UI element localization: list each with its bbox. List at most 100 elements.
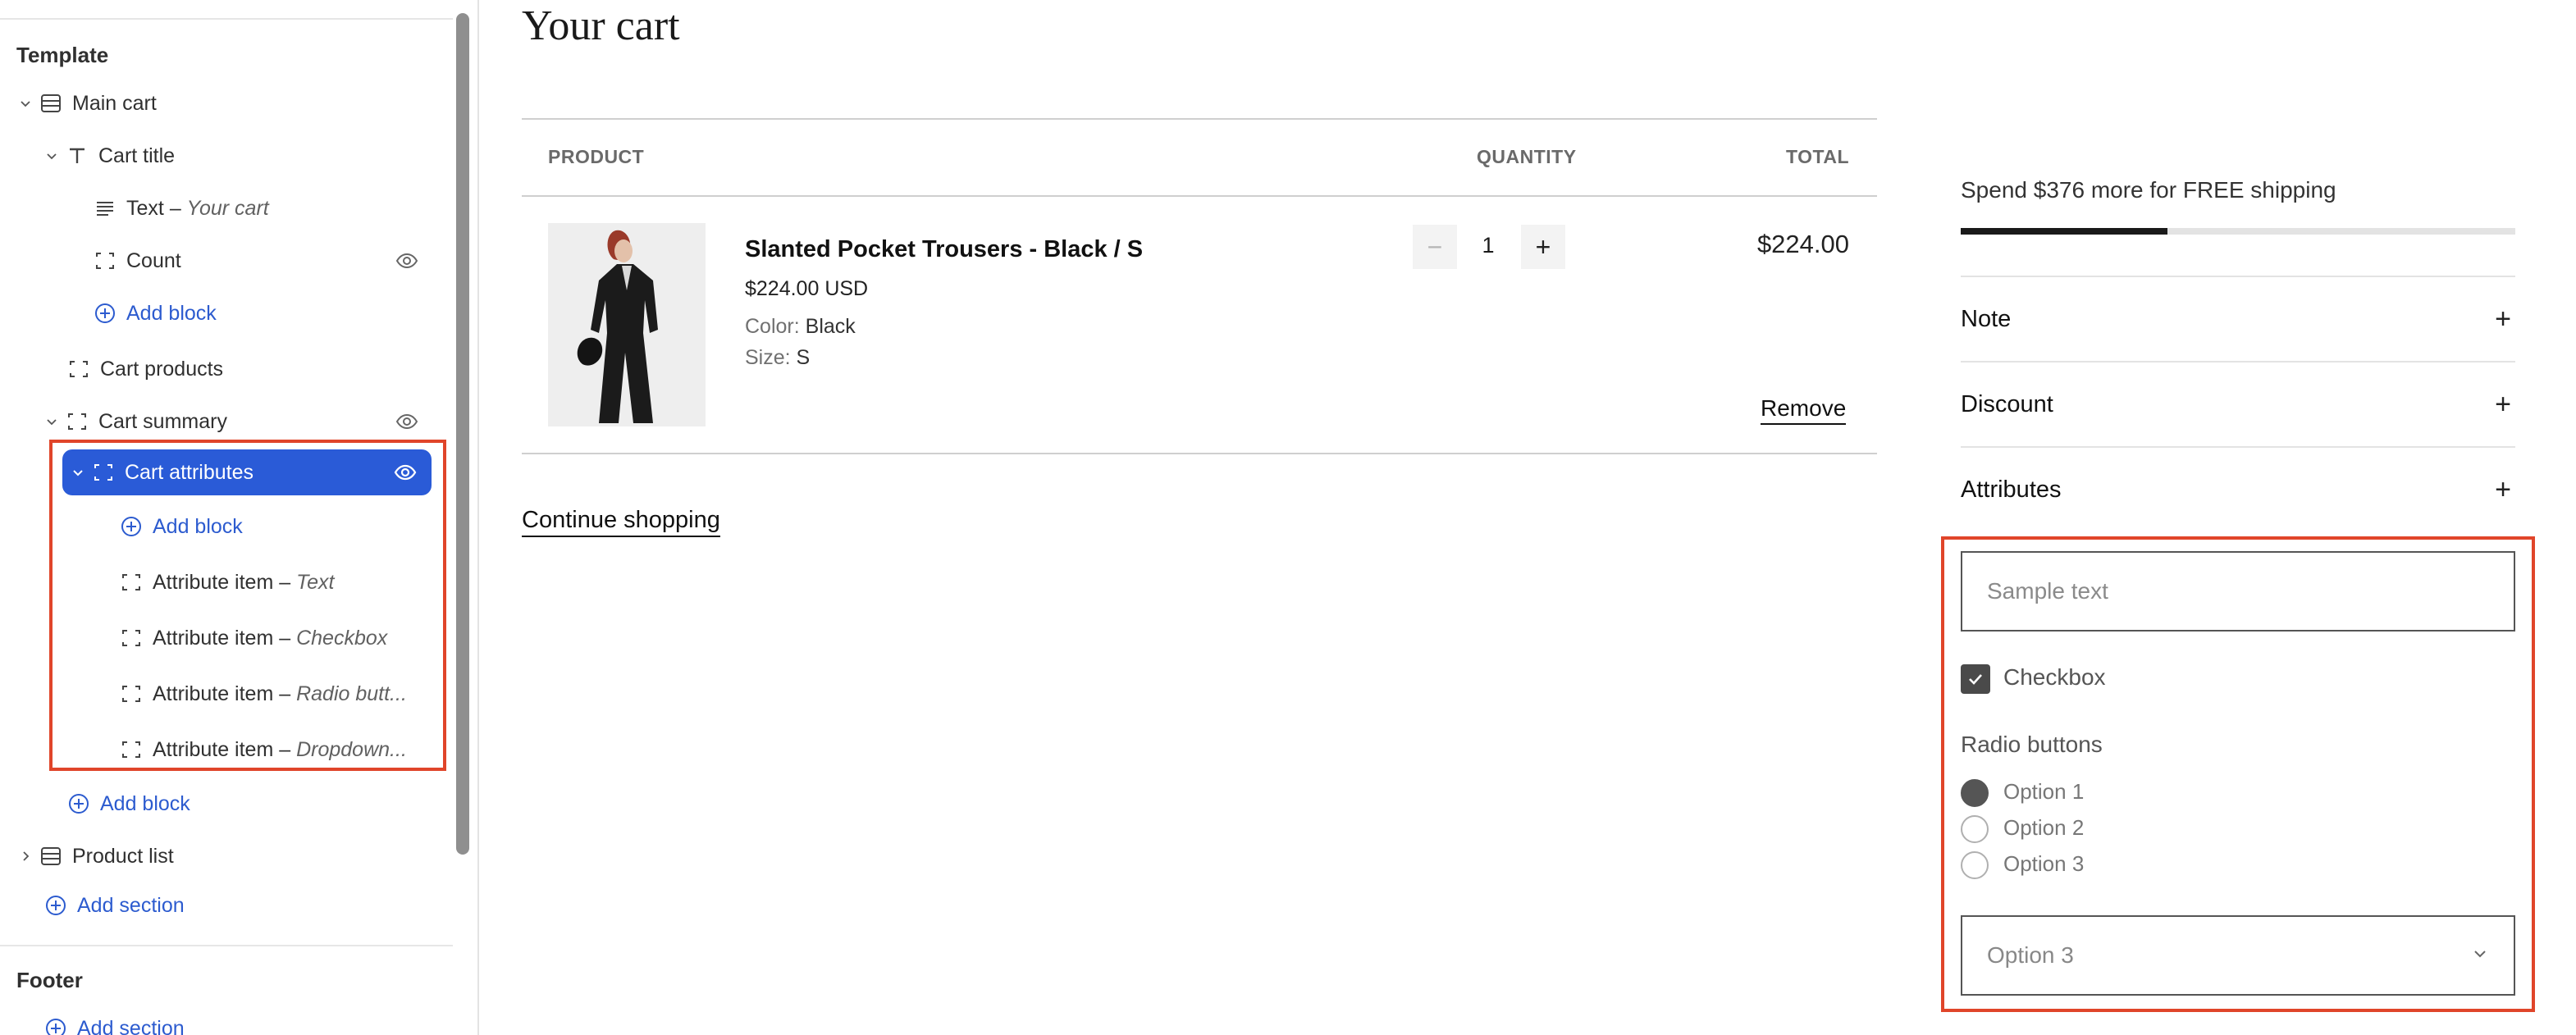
editor-sidebar: Template Main cart Cart title Text – You… bbox=[0, 0, 479, 1035]
tree-item-label: Text bbox=[126, 196, 164, 220]
tree-item-attribute-radio[interactable]: Attribute item – Radio butt... bbox=[118, 671, 438, 717]
tree-item-sublabel: Your cart bbox=[186, 196, 269, 220]
attribute-dropdown[interactable]: Option 3 bbox=[1961, 915, 2515, 996]
tree-item-cart-products[interactable]: Cart products bbox=[66, 346, 427, 392]
tree-item-attribute-checkbox[interactable]: Attribute item – Checkbox bbox=[118, 615, 438, 661]
column-header-quantity: QUANTITY bbox=[1477, 146, 1577, 167]
option-value: Black bbox=[805, 315, 856, 338]
quantity-input[interactable]: 1 bbox=[1470, 233, 1506, 258]
page-title: Your cart bbox=[522, 2, 680, 49]
tree-item-sublabel: Checkbox bbox=[296, 626, 388, 650]
block-icon bbox=[118, 569, 144, 595]
tree-item-label: Cart title bbox=[98, 144, 176, 167]
add-section-label: Add section bbox=[77, 893, 185, 917]
tree-item-label: Main cart bbox=[72, 91, 157, 115]
plus-icon: + bbox=[2495, 473, 2511, 505]
radio-option-label: Option 2 bbox=[2003, 815, 2085, 840]
attribute-text-input[interactable] bbox=[1961, 551, 2515, 631]
section-icon bbox=[38, 90, 64, 116]
product-name-link[interactable]: Slanted Pocket Trousers - Black / S bbox=[745, 236, 1143, 263]
eye-icon[interactable] bbox=[392, 246, 422, 276]
plus-icon: + bbox=[2495, 388, 2511, 420]
block-icon bbox=[92, 248, 118, 274]
free-shipping-message: Spend $376 more for FREE shipping bbox=[1961, 177, 2336, 203]
section-icon bbox=[38, 843, 64, 869]
add-block-button[interactable]: Add block bbox=[118, 504, 364, 549]
block-icon bbox=[118, 681, 144, 707]
tree-item-cart-summary[interactable]: Cart summary bbox=[39, 399, 422, 445]
add-block-button[interactable]: Add block bbox=[66, 781, 312, 827]
block-icon bbox=[64, 408, 90, 435]
chevron-down-icon[interactable] bbox=[39, 409, 64, 434]
column-header-total: TOTAL bbox=[1785, 146, 1849, 167]
tree-item-attribute-text[interactable]: Attribute item – Text bbox=[118, 559, 438, 605]
add-block-label: Add block bbox=[153, 514, 243, 538]
eye-icon[interactable] bbox=[391, 458, 420, 487]
accordion-label: Attributes bbox=[1961, 476, 2062, 503]
chevron-down-icon[interactable] bbox=[66, 460, 90, 485]
chevron-down-icon[interactable] bbox=[39, 144, 64, 168]
tree-item-cart-title[interactable]: Cart title bbox=[39, 133, 425, 179]
footer-add-section-button[interactable]: Add section bbox=[43, 1005, 289, 1035]
radio-option-3[interactable] bbox=[1961, 851, 1989, 879]
add-section-button[interactable]: Add section bbox=[43, 882, 289, 928]
radio-group-title: Radio buttons bbox=[1961, 732, 2103, 757]
separator: – bbox=[279, 570, 291, 594]
option-value: S bbox=[796, 346, 811, 369]
chevron-down-icon bbox=[2471, 942, 2489, 969]
shipping-progress-fill bbox=[1961, 228, 2168, 235]
accordion-discount[interactable]: Discount + bbox=[1961, 361, 2515, 446]
product-option-color: Color: Black bbox=[745, 315, 856, 339]
tree-item-main-cart[interactable]: Main cart bbox=[13, 80, 423, 126]
plus-icon: + bbox=[2495, 303, 2511, 335]
tree-item-label: Attribute item bbox=[153, 737, 274, 761]
radio-option-1[interactable] bbox=[1961, 779, 1989, 807]
continue-shopping-link[interactable]: Continue shopping bbox=[522, 507, 720, 537]
accordion-attributes[interactable]: Attributes + bbox=[1961, 446, 2515, 531]
remove-item-link[interactable]: Remove bbox=[1761, 395, 1847, 425]
accordion-note[interactable]: Note + bbox=[1961, 276, 2515, 361]
separator: – bbox=[279, 682, 291, 705]
add-section-label: Add section bbox=[77, 1016, 185, 1035]
plus-icon: + bbox=[1535, 231, 1551, 262]
minus-icon: − bbox=[1427, 231, 1443, 262]
tree-item-label: Cart attributes bbox=[125, 460, 254, 484]
plus-circle-icon bbox=[92, 300, 118, 326]
attribute-checkbox[interactable] bbox=[1961, 664, 1990, 694]
tree-item-label: Attribute item bbox=[153, 570, 274, 594]
separator: – bbox=[279, 626, 291, 650]
add-block-label: Add block bbox=[126, 301, 217, 325]
accordion-label: Note bbox=[1961, 305, 2012, 332]
footer-heading: Footer bbox=[16, 968, 83, 992]
product-image[interactable] bbox=[548, 223, 706, 426]
sidebar-scrollbar[interactable] bbox=[456, 13, 469, 855]
eye-icon[interactable] bbox=[392, 407, 422, 436]
tree-item-label: Cart products bbox=[100, 357, 224, 381]
add-block-button[interactable]: Add block bbox=[92, 290, 338, 336]
dropdown-value: Option 3 bbox=[1987, 942, 2074, 968]
separator: – bbox=[169, 196, 181, 220]
tree-item-label: Product list bbox=[72, 844, 174, 868]
tree-item-sublabel: Text bbox=[296, 570, 335, 594]
block-icon bbox=[90, 459, 116, 486]
tree-item-text-block[interactable]: Text – Your cart bbox=[92, 185, 436, 231]
plus-circle-icon bbox=[43, 1015, 69, 1035]
tree-item-label: Count bbox=[126, 248, 181, 272]
radio-option-label: Option 3 bbox=[2003, 851, 2085, 876]
text-type-icon bbox=[64, 143, 90, 169]
chevron-down-icon[interactable] bbox=[13, 91, 38, 116]
tree-item-product-list[interactable]: Product list bbox=[13, 833, 423, 879]
radio-option-2[interactable] bbox=[1961, 815, 1989, 843]
text-lines-icon bbox=[92, 195, 118, 221]
tree-item-cart-attributes[interactable]: Cart attributes bbox=[62, 449, 432, 495]
table-top-divider bbox=[522, 118, 1877, 120]
add-block-label: Add block bbox=[100, 791, 190, 815]
tree-item-sublabel: Dropdown... bbox=[296, 737, 407, 761]
quantity-increase-button[interactable]: + bbox=[1521, 225, 1565, 269]
tree-item-count[interactable]: Count bbox=[92, 238, 422, 284]
checkmark-icon bbox=[1969, 674, 1982, 685]
quantity-decrease-button[interactable]: − bbox=[1413, 225, 1457, 269]
chevron-right-icon[interactable] bbox=[13, 844, 38, 869]
tree-item-attribute-dropdown[interactable]: Attribute item – Dropdown... bbox=[118, 727, 438, 773]
product-option-size: Size: S bbox=[745, 346, 810, 370]
